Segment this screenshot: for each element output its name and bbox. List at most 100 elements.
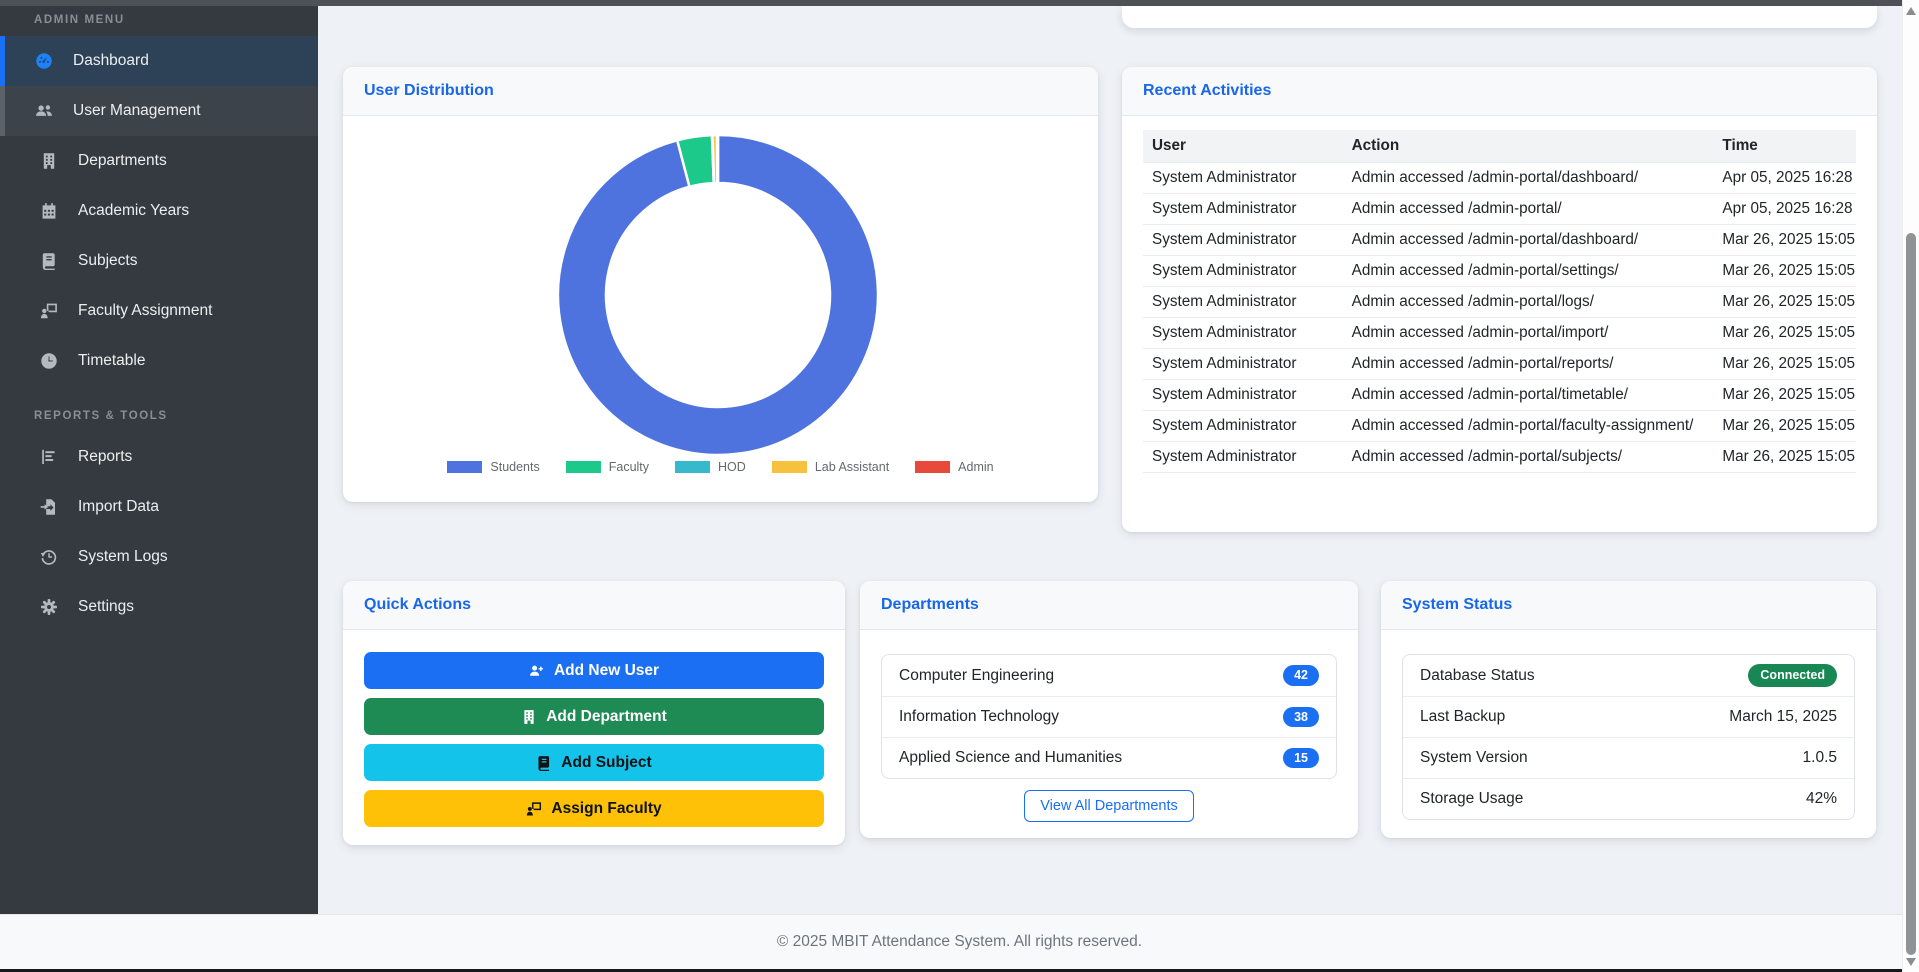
sidebar-item-system-logs[interactable]: System Logs	[0, 532, 318, 582]
quick-action-add-subject-button[interactable]: Add Subject	[364, 744, 824, 781]
sidebar-item-faculty-assignment[interactable]: Faculty Assignment	[0, 286, 318, 336]
button-label: Add Subject	[561, 754, 651, 772]
quick-action-assign-faculty-button[interactable]: Assign Faculty	[364, 790, 824, 827]
sidebar-section-label-reports-tools: REPORTS & TOOLS	[0, 386, 318, 432]
sidebar-item-reports[interactable]: Reports	[0, 432, 318, 482]
recent-activities-card: Recent Activities UserActionTime System …	[1122, 67, 1877, 532]
sidebar-item-label: Dashboard	[73, 52, 149, 70]
legend-item-students[interactable]: Students	[447, 460, 539, 474]
cell-time: Mar 26, 2025 15:05	[1713, 442, 1856, 473]
cell-time: Mar 26, 2025 15:05	[1713, 256, 1856, 287]
scrollbar-thumb[interactable]	[1906, 233, 1916, 955]
column-header-time: Time	[1713, 130, 1856, 163]
users-icon	[34, 101, 54, 121]
legend-item-admin[interactable]: Admin	[915, 460, 993, 474]
page-footer: © 2025 MBIT Attendance System. All right…	[0, 914, 1919, 969]
sidebar-item-label: Timetable	[78, 352, 145, 370]
quick-action-add-new-user-button[interactable]: Add New User	[364, 652, 824, 689]
department-count-badge: 15	[1283, 748, 1319, 769]
sidebar-item-label: Academic Years	[78, 202, 189, 220]
sidebar-item-label: Subjects	[78, 252, 137, 270]
cell-action: Admin accessed /admin-portal/dashboard/	[1343, 163, 1714, 194]
column-header-action: Action	[1343, 130, 1714, 163]
cell-user: System Administrator	[1143, 225, 1343, 256]
sidebar-item-import-data[interactable]: Import Data	[0, 482, 318, 532]
user-distribution-card: User Distribution Students Faculty HOD L…	[343, 67, 1098, 502]
card-title-quick-actions: Quick Actions	[364, 596, 471, 614]
cell-action: Admin accessed /admin-portal/reports/	[1343, 349, 1714, 380]
table-row: System AdministratorAdmin accessed /admi…	[1143, 194, 1856, 225]
donut-slice-admin[interactable]	[717, 135, 718, 183]
card-title-user-distribution: User Distribution	[364, 82, 494, 100]
recent-activities-table: UserActionTime System AdministratorAdmin…	[1143, 130, 1856, 473]
cell-user: System Administrator	[1143, 349, 1343, 380]
building-icon	[39, 151, 59, 171]
status-label: Last Backup	[1420, 708, 1505, 726]
departments-card: Departments Computer Engineering 42Infor…	[860, 581, 1358, 838]
legend-label: Students	[490, 460, 539, 474]
chart-legend: Students Faculty HOD Lab Assistant Admin	[343, 460, 1098, 474]
card-header: User Distribution	[343, 67, 1098, 116]
legend-item-hod[interactable]: HOD	[675, 460, 746, 474]
cell-action: Admin accessed /admin-portal/subjects/	[1343, 442, 1714, 473]
table-row: System AdministratorAdmin accessed /admi…	[1143, 287, 1856, 318]
view-all-departments-button[interactable]: View All Departments	[1024, 790, 1194, 822]
status-label: Database Status	[1420, 667, 1535, 685]
gear-icon	[39, 597, 59, 617]
system-status-card: System Status Database StatusConnectedLa…	[1381, 581, 1876, 838]
cell-action: Admin accessed /admin-portal/dashboard/	[1343, 225, 1714, 256]
gauge-icon	[34, 51, 54, 71]
card-title-system-status: System Status	[1402, 596, 1512, 614]
departments-list: Computer Engineering 42 Information Techn…	[881, 654, 1337, 779]
cell-action: Admin accessed /admin-portal/import/	[1343, 318, 1714, 349]
scroll-up-button[interactable]	[1906, 7, 1916, 15]
sidebar-item-settings[interactable]: Settings	[0, 582, 318, 632]
status-value: 42%	[1806, 790, 1837, 808]
table-row: System AdministratorAdmin accessed /admi…	[1143, 380, 1856, 411]
cell-user: System Administrator	[1143, 287, 1343, 318]
status-value: March 15, 2025	[1729, 708, 1837, 726]
card-header: Quick Actions	[343, 581, 845, 630]
cell-time: Mar 26, 2025 15:05	[1713, 411, 1856, 442]
sidebar-item-user-management[interactable]: User Management	[0, 86, 318, 136]
scrollbar-track[interactable]	[1902, 0, 1919, 972]
history-icon	[39, 547, 59, 567]
sidebar-item-timetable[interactable]: Timetable	[0, 336, 318, 386]
column-header-user: User	[1143, 130, 1343, 163]
sidebar-item-departments[interactable]: Departments	[0, 136, 318, 186]
scroll-down-button[interactable]	[1906, 958, 1916, 966]
cell-action: Admin accessed /admin-portal/settings/	[1343, 256, 1714, 287]
cell-time: Apr 05, 2025 16:28	[1713, 163, 1856, 194]
sidebar-item-academic-years[interactable]: Academic Years	[0, 186, 318, 236]
sidebar-item-dashboard[interactable]: Dashboard	[0, 36, 318, 86]
legend-swatch	[566, 461, 601, 473]
department-count-badge: 42	[1283, 665, 1319, 686]
legend-item-faculty[interactable]: Faculty	[566, 460, 649, 474]
table-row: System AdministratorAdmin accessed /admi…	[1143, 225, 1856, 256]
table-row: System AdministratorAdmin accessed /admi…	[1143, 442, 1856, 473]
sidebar-item-subjects[interactable]: Subjects	[0, 236, 318, 286]
button-label: Add Department	[546, 708, 667, 726]
cell-time: Apr 05, 2025 16:28	[1713, 194, 1856, 225]
building-icon	[521, 709, 537, 725]
cell-user: System Administrator	[1143, 380, 1343, 411]
legend-swatch	[772, 461, 807, 473]
status-value: 1.0.5	[1803, 749, 1837, 767]
department-name: Information Technology	[899, 708, 1059, 726]
cell-user: System Administrator	[1143, 442, 1343, 473]
quick-actions-card: Quick Actions Add New User Add Department…	[343, 581, 845, 845]
legend-label: Lab Assistant	[815, 460, 889, 474]
cell-time: Mar 26, 2025 15:05	[1713, 225, 1856, 256]
sidebar-item-label: Import Data	[78, 498, 159, 516]
cell-user: System Administrator	[1143, 318, 1343, 349]
legend-item-lab-assistant[interactable]: Lab Assistant	[772, 460, 889, 474]
button-label: Assign Faculty	[551, 800, 661, 818]
department-count-badge: 38	[1283, 707, 1319, 728]
chart-bar-icon	[39, 447, 59, 467]
department-item-computer-engineering: Computer Engineering 42	[882, 655, 1336, 696]
file-import-icon	[39, 497, 59, 517]
system-status-list: Database StatusConnectedLast BackupMarch…	[1402, 654, 1855, 820]
quick-action-add-department-button[interactable]: Add Department	[364, 698, 824, 735]
card-header: Recent Activities	[1122, 67, 1877, 116]
table-row: System AdministratorAdmin accessed /admi…	[1143, 411, 1856, 442]
